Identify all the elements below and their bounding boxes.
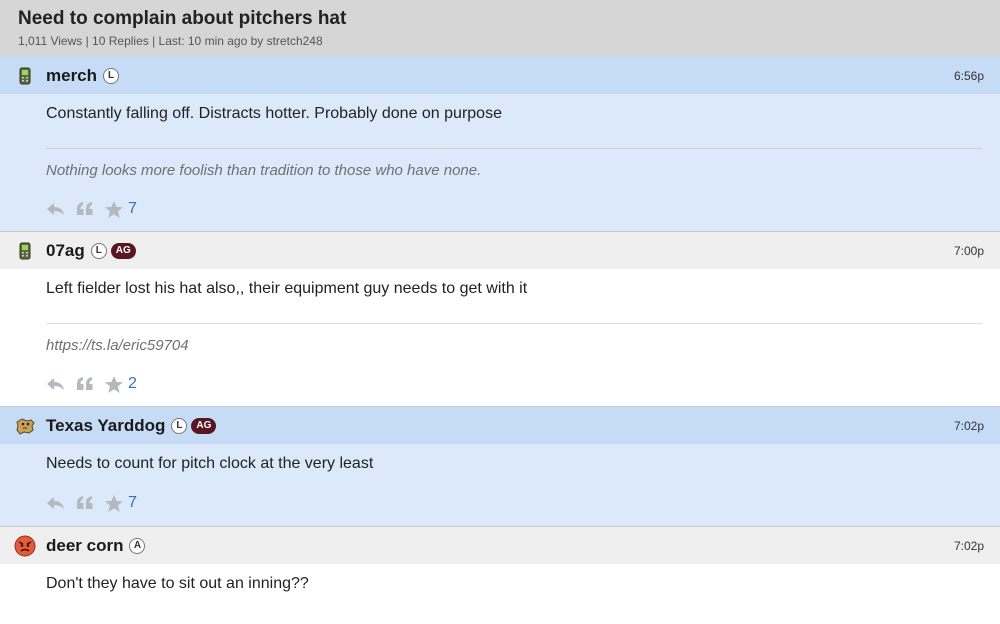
star-icon[interactable]: 7 bbox=[104, 200, 137, 219]
post-header: deer corn A 7:02p bbox=[0, 527, 1000, 564]
reply-icon[interactable] bbox=[46, 201, 66, 217]
angry-face-icon[interactable] bbox=[14, 535, 36, 557]
topic-title: Need to complain about pitchers hat bbox=[18, 8, 347, 29]
username[interactable]: 07ag bbox=[46, 241, 85, 261]
star-icon[interactable]: 7 bbox=[104, 494, 137, 513]
post-header: 07ag L AG 7:00p bbox=[0, 232, 1000, 269]
topic-meta: 1,011 Views | 10 Replies | Last: 10 min … bbox=[18, 34, 323, 48]
rank-badge: A bbox=[129, 537, 146, 554]
username[interactable]: merch bbox=[46, 66, 97, 86]
post-actions: 7 bbox=[46, 474, 982, 526]
post-time[interactable]: 7:02p bbox=[954, 419, 984, 433]
post-texas-yarddog: Texas Yarddog L AG 7:02p Needs to count … bbox=[0, 407, 1000, 527]
signature[interactable]: https://ts.la/eric59704 bbox=[46, 323, 982, 356]
signature: Nothing looks more foolish than traditio… bbox=[46, 148, 982, 181]
ag-badge: AG bbox=[191, 417, 217, 434]
post-header: merch L 6:56p bbox=[0, 57, 1000, 94]
reply-icon[interactable] bbox=[46, 376, 66, 392]
post-text: Constantly falling off. Distracts hotter… bbox=[46, 105, 502, 122]
post-header: Texas Yarddog L AG 7:02p bbox=[0, 407, 1000, 444]
post-07ag: 07ag L AG 7:00p Left fielder lost his ha… bbox=[0, 232, 1000, 407]
star-count[interactable]: 7 bbox=[128, 494, 137, 512]
post-time[interactable]: 7:02p bbox=[954, 539, 984, 553]
rank-badge: L bbox=[103, 67, 120, 84]
ag-badge: AG bbox=[110, 242, 136, 259]
post-actions: 2 bbox=[46, 356, 982, 406]
star-count[interactable]: 7 bbox=[128, 200, 137, 218]
post-merch: merch L 6:56p Constantly falling off. Di… bbox=[0, 57, 1000, 232]
post-time[interactable]: 6:56p bbox=[954, 69, 984, 83]
dog-icon[interactable] bbox=[14, 415, 36, 437]
post-time[interactable]: 7:00p bbox=[954, 244, 984, 258]
post-text: Left fielder lost his hat also,, their e… bbox=[46, 280, 528, 297]
quote-icon[interactable] bbox=[76, 495, 94, 511]
quote-icon[interactable] bbox=[76, 201, 94, 217]
username[interactable]: Texas Yarddog bbox=[46, 416, 165, 436]
phone-icon[interactable] bbox=[14, 240, 36, 262]
username[interactable]: deer corn bbox=[46, 536, 123, 556]
quote-icon[interactable] bbox=[76, 376, 94, 392]
rank-badge: L bbox=[90, 242, 107, 259]
post-deer-corn: deer corn A 7:02p Don't they have to sit… bbox=[0, 527, 1000, 594]
phone-icon[interactable] bbox=[14, 65, 36, 87]
star-icon[interactable]: 2 bbox=[104, 375, 137, 394]
post-text: Don't they have to sit out an inning?? bbox=[46, 575, 309, 592]
rank-badge: L bbox=[171, 417, 188, 434]
star-count[interactable]: 2 bbox=[128, 375, 137, 393]
post-text: Needs to count for pitch clock at the ve… bbox=[46, 455, 374, 472]
reply-icon[interactable] bbox=[46, 495, 66, 511]
post-actions: 7 bbox=[46, 181, 982, 231]
topic-header: Need to complain about pitchers hat 1,01… bbox=[0, 0, 1000, 57]
